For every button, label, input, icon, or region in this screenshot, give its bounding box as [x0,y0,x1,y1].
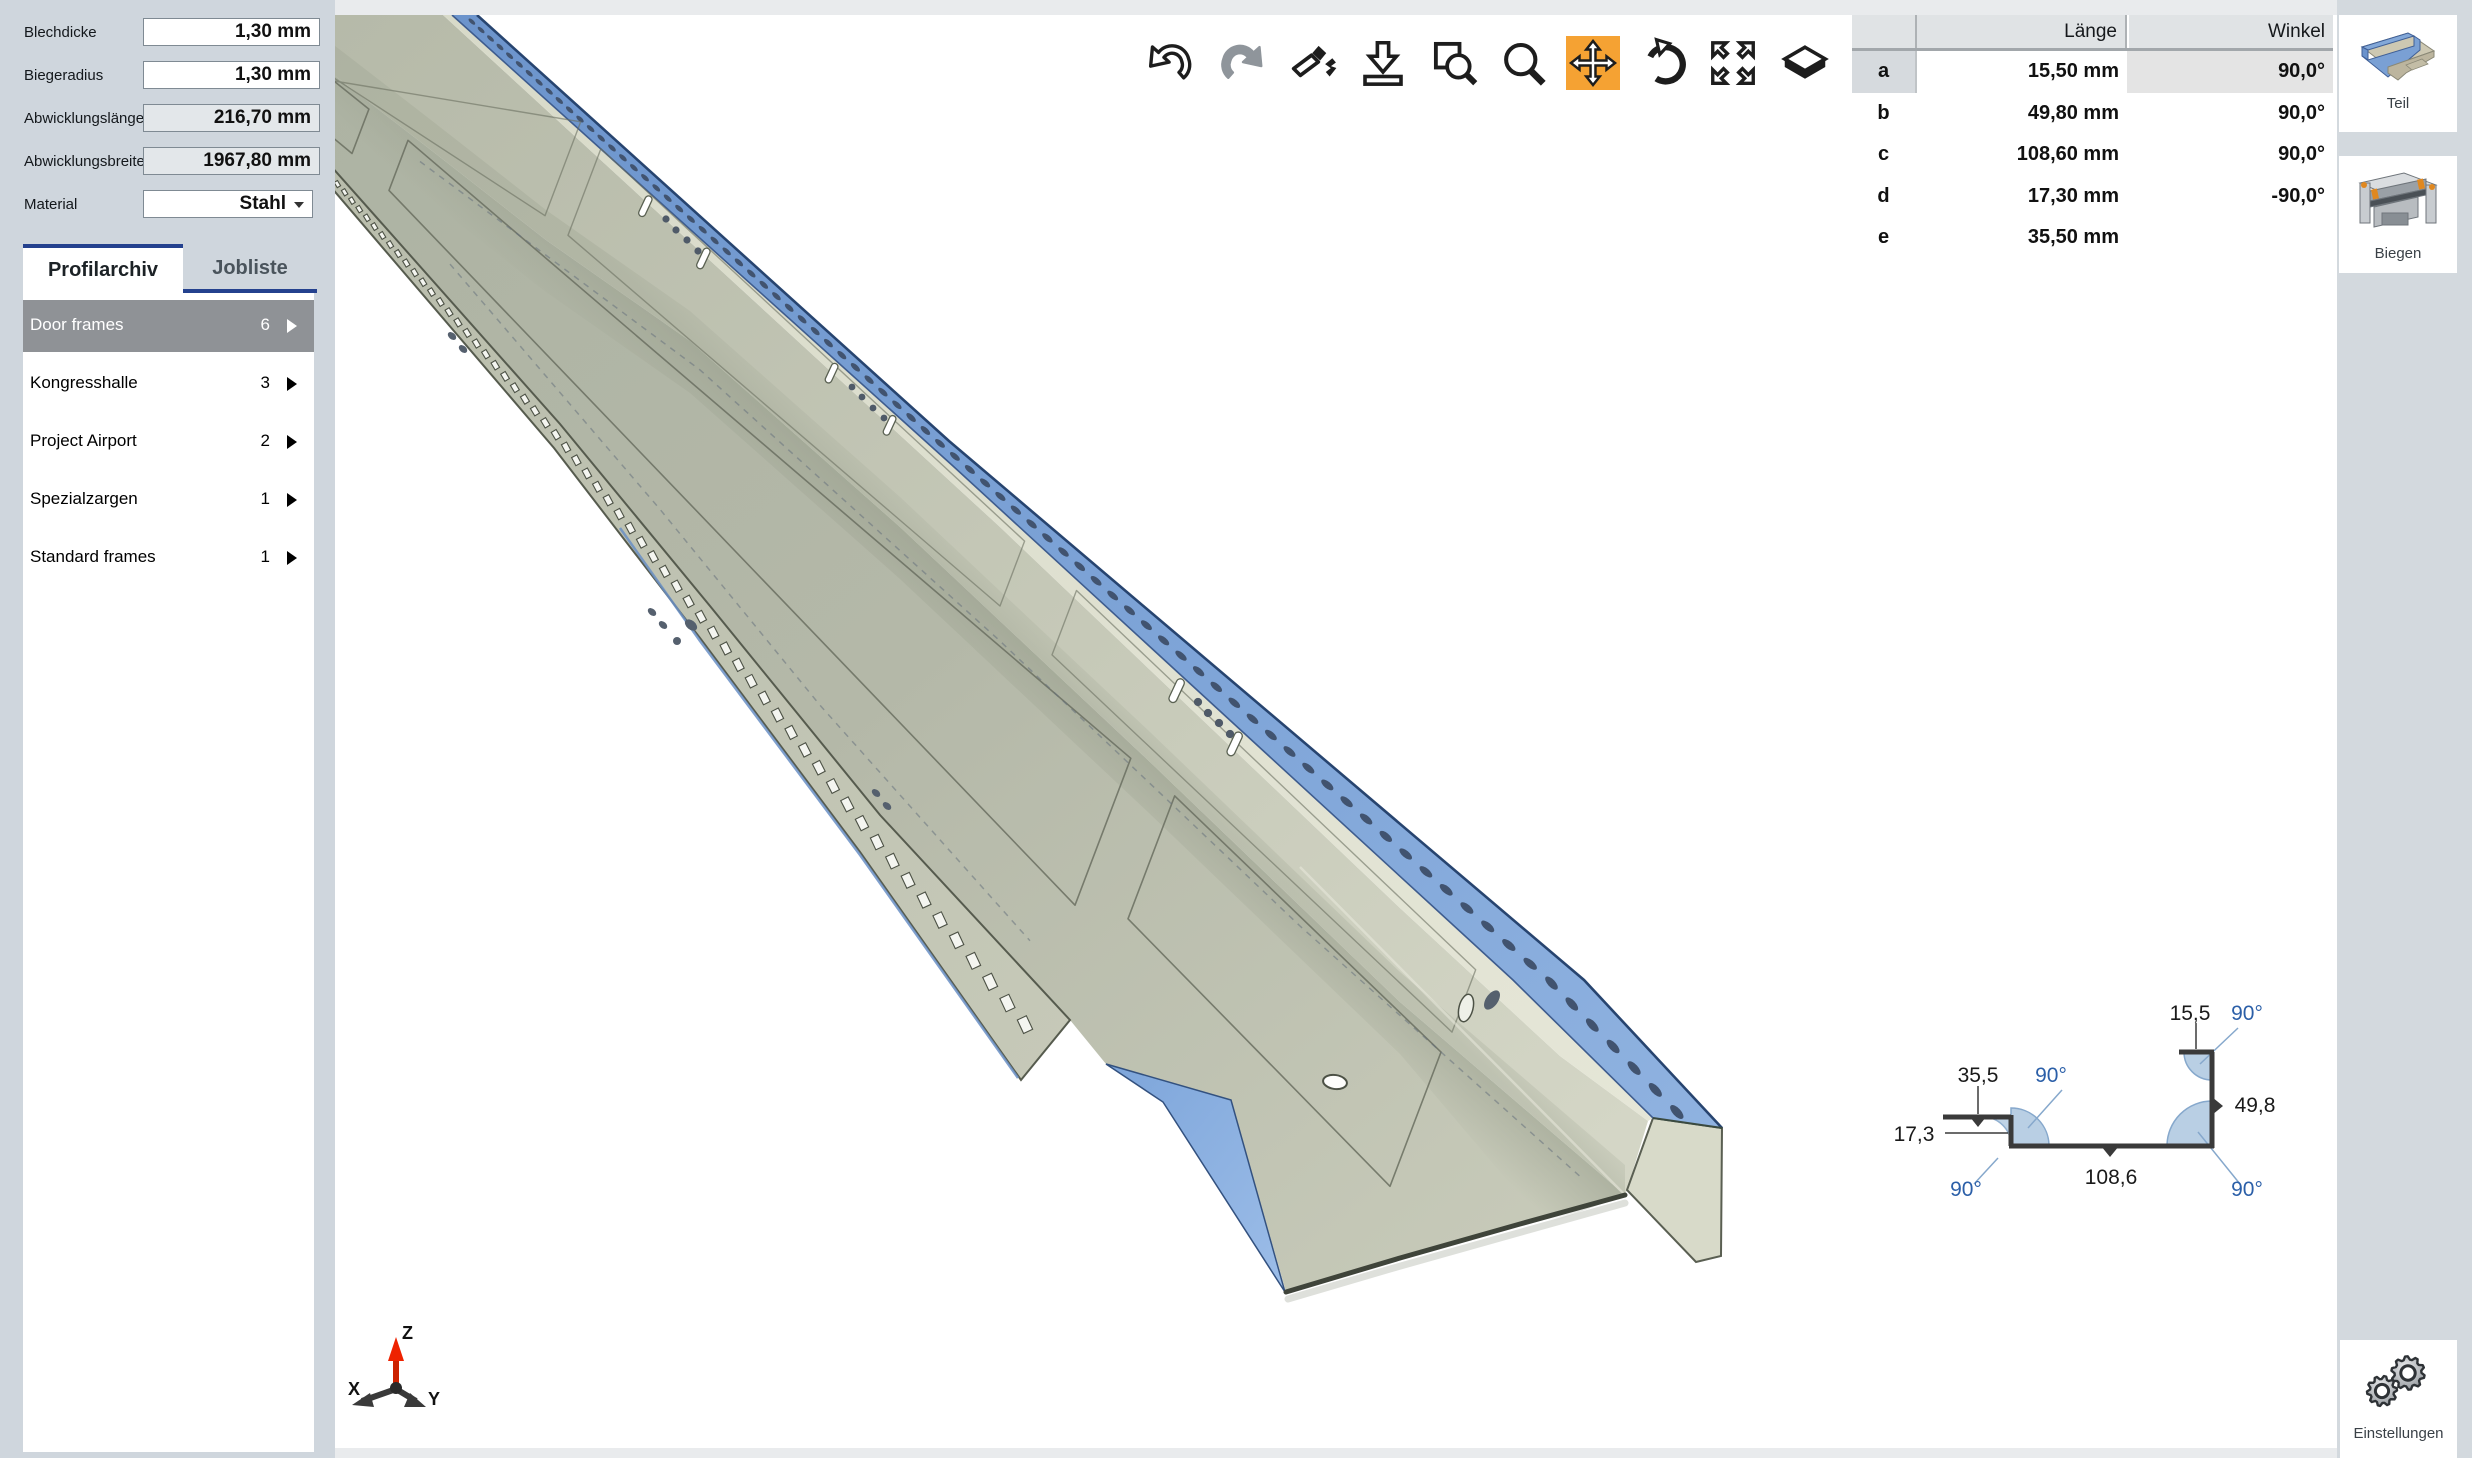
svg-text:Y: Y [428,1389,440,1409]
svg-text:X: X [348,1379,360,1399]
svg-text:17,3: 17,3 [1894,1123,1935,1146]
svg-text:90°: 90° [2035,1064,2067,1087]
svg-text:15,5: 15,5 [2170,1002,2211,1025]
svg-text:108,6: 108,6 [2085,1166,2138,1189]
svg-text:90°: 90° [2231,1178,2263,1201]
svg-text:90°: 90° [1950,1178,1982,1201]
svg-text:Z: Z [402,1325,413,1343]
svg-text:35,5: 35,5 [1958,1064,1999,1087]
svg-text:90°: 90° [2231,1002,2263,1025]
svg-text:49,8: 49,8 [2235,1094,2276,1117]
